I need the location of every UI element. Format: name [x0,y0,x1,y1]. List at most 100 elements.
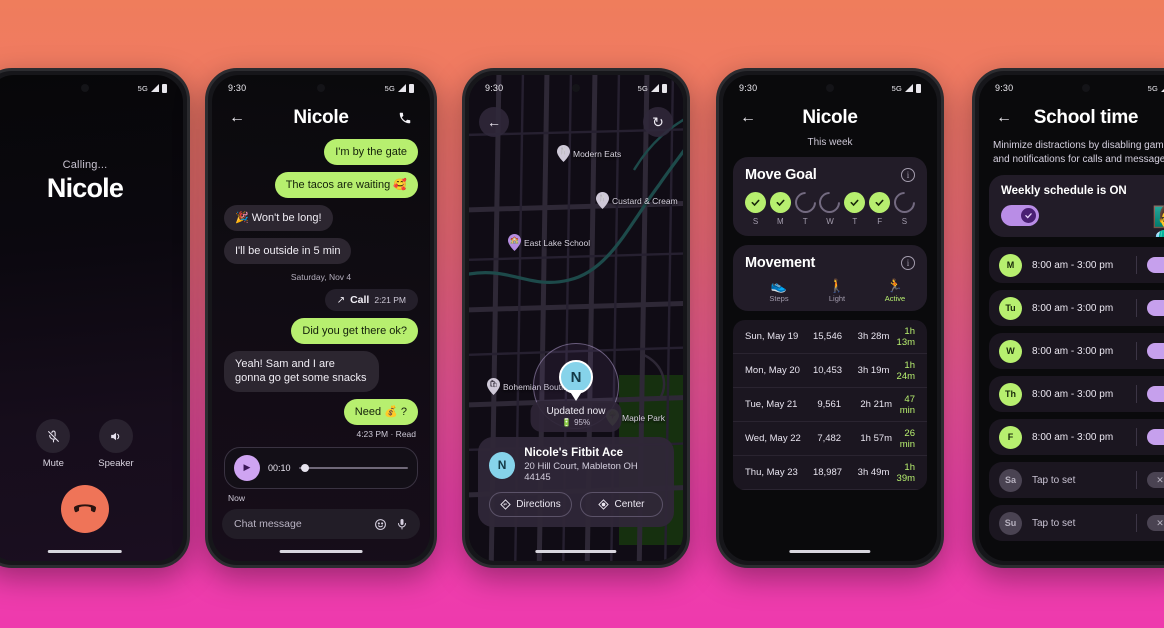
day-toggle[interactable] [1147,429,1164,445]
message-row: I'll be outside in 5 min [224,238,418,265]
call-log-chip[interactable]: ↗ Call 2:21 PM [324,289,418,312]
school-description: Minimize distractions by disabling games… [993,140,1164,165]
message-bubble[interactable]: I'll be outside in 5 min [224,238,352,265]
movement-table: Sun, May 19 15,546 3h 28m 1h 13m Mon, Ma… [733,320,927,490]
phone-school-time-screen: 9:30 5G ← School time Minimize distracti… [972,68,1164,568]
move-goal-day[interactable]: S [745,192,766,226]
weekly-schedule-toggle[interactable] [1001,205,1039,226]
message-bubble[interactable]: 🎉 Won't be long! [224,205,333,232]
move-goal-day[interactable]: W [815,187,845,226]
day-label: M [776,217,784,226]
map-poi[interactable]: 🍴 Modern Eats [557,145,621,162]
day-toggle[interactable] [1147,300,1164,316]
back-arrow-icon[interactable]: ← [479,107,509,137]
mic-icon[interactable] [396,518,408,530]
move-goal-day[interactable]: T [844,192,866,226]
end-call-icon [74,504,96,513]
day-chip: F [999,425,1022,449]
center-button[interactable]: Center [580,492,663,517]
location-battery: 🔋 95% [547,418,606,427]
move-goal-day[interactable]: M [769,192,791,226]
day-toggle[interactable] [1147,343,1164,359]
status-indicators: 5G [892,83,921,93]
schedule-day-row[interactable]: Sa Tap to set ✕ [989,462,1164,498]
center-label: Center [614,499,645,510]
location-status-bubble: Updated now 🔋 95% [530,401,622,432]
chat-screen: 9:30 5G ← Nicole I'm by the gate The tac… [212,75,430,561]
battery-icon [162,83,167,93]
fitness-screen: 9:30 5G ← Nicole This week Move Goal i S [723,75,937,561]
voice-note-player[interactable]: ▶ 00:10 [224,446,418,489]
mute-button[interactable]: Mute [36,419,71,469]
move-goal-day[interactable]: S [889,187,920,226]
message-bubble[interactable]: Yeah! Sam and I are gonna go get some sn… [224,351,380,392]
network-label: 5G [637,83,648,93]
column-label: Light [828,294,846,303]
message-bubble[interactable]: I'm by the gate [324,139,418,166]
day-time: 8:00 am - 3:00 pm [1032,431,1114,443]
schedule-day-row[interactable]: M 8:00 am - 3:00 pm [989,247,1164,283]
schedule-day-row[interactable]: Tu 8:00 am - 3:00 pm [989,290,1164,326]
message-list: I'm by the gate The tacos are waiting 🥰 … [212,139,430,503]
message-bubble[interactable]: Did you get there ok? [291,318,418,345]
move-goal-day[interactable]: F [869,192,891,226]
day-chip: W [999,339,1022,363]
speaker-button[interactable]: Speaker [98,419,134,469]
table-row[interactable]: Tue, May 21 9,561 2h 21m 47 min [733,388,927,422]
table-row[interactable]: Sun, May 19 15,546 3h 28m 1h 13m [733,320,927,354]
schedule-day-row[interactable]: Th 8:00 am - 3:00 pm [989,376,1164,412]
movement-header: Movement i [745,255,915,271]
schedule-day-row[interactable]: F 8:00 am - 3:00 pm [989,419,1164,455]
day-label: S [752,217,759,226]
device-name: Nicole's Fitbit Ace [524,447,624,459]
message-bubble[interactable]: Need 💰 ? [343,398,418,425]
end-call-button[interactable] [61,485,109,533]
map-poi[interactable]: 🍴 Custard & Cream [596,192,678,209]
battery-icon [662,83,667,93]
day-toggle-off-icon[interactable]: ✕ [1147,515,1164,531]
chat-input-placeholder[interactable]: Chat message [234,518,365,530]
back-arrow-icon[interactable]: ← [993,107,1015,129]
move-goal-rings: S M T W T F S [745,187,920,226]
table-row[interactable]: Thu, May 23 18,987 3h 49m 1h 39m [733,456,927,490]
current-location-pin[interactable]: N [559,360,593,402]
column-label: Steps [769,294,789,303]
column-label: Active [884,294,906,303]
table-row[interactable]: Mon, May 20 10,453 3h 19m 1h 24m [733,354,927,388]
camera-punch-hole [81,84,89,92]
battery-icon [916,83,921,93]
divider [1136,385,1137,403]
chat-composer[interactable]: Chat message [222,509,420,539]
day-toggle-off-icon[interactable]: ✕ [1147,472,1164,488]
info-icon[interactable]: i [901,168,915,182]
day-chip: Su [999,511,1022,535]
phone-icon[interactable] [394,107,416,129]
day-toggle[interactable] [1147,257,1164,273]
directions-button[interactable]: Directions [489,492,572,517]
battery-icon: 🔋 [561,418,572,427]
info-icon[interactable]: i [901,256,915,270]
emoji-icon[interactable] [374,518,387,531]
home-indicator [47,550,123,553]
back-arrow-icon[interactable]: ← [226,107,248,129]
location-status-text: Updated now [546,406,606,417]
cell-day: Mon, May 20 [745,365,800,376]
day-toggle[interactable] [1147,386,1164,402]
movement-card: Movement i 👟 Steps 🚶 Light 🏃 Active [733,245,927,311]
scrubber-handle[interactable] [300,463,309,472]
back-arrow-icon[interactable]: ← [737,107,759,129]
play-icon[interactable]: ▶ [234,454,260,481]
week-subtitle: This week [807,137,853,148]
schedule-day-row[interactable]: W 8:00 am - 3:00 pm [989,333,1164,369]
map-poi[interactable]: 🏫 East Lake School [508,234,590,251]
cell-active: 26 min [899,427,916,450]
move-goal-day[interactable]: T [790,187,821,226]
message-bubble[interactable]: The tacos are waiting 🥰 [274,172,418,199]
schedule-day-row[interactable]: Su Tap to set ✕ [989,505,1164,541]
poi-label: Custard & Cream [612,195,678,206]
refresh-icon[interactable]: ↻ [643,107,673,137]
voice-note-scrubber[interactable] [298,463,408,472]
phone-fitness-screen: 9:30 5G ← Nicole This week Move Goal i S [716,68,944,568]
table-row[interactable]: Wed, May 22 7,482 1h 57m 26 min [733,422,927,456]
voice-note-duration: 00:10 [268,462,291,473]
